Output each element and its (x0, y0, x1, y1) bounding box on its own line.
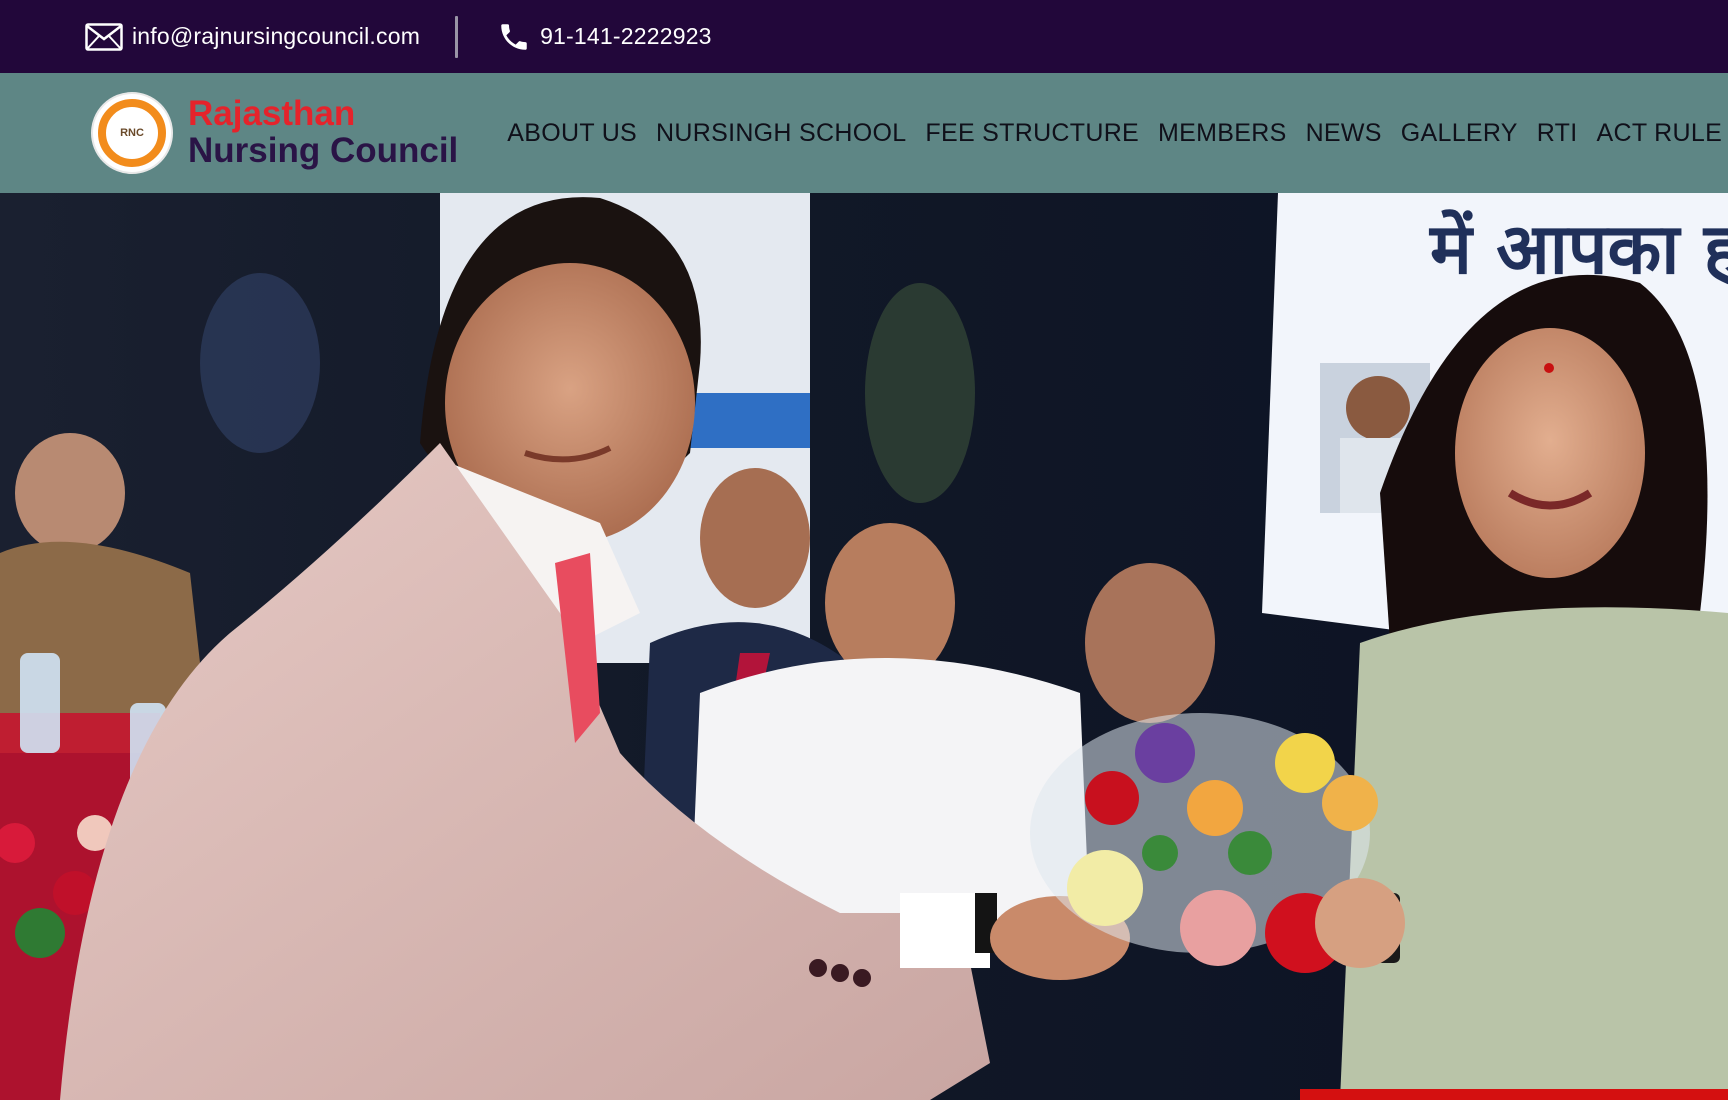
main-navbar: RNC Rajasthan Nursing Council ABOUT US N… (0, 73, 1728, 193)
nav-fee-structure[interactable]: FEE STRUCTURE (925, 119, 1139, 148)
nav-members[interactable]: MEMBERS (1158, 119, 1287, 148)
nav-rti[interactable]: RTI (1537, 119, 1578, 148)
envelope-icon (85, 22, 123, 51)
main-menu: ABOUT US NURSINGH SCHOOL FEE STRUCTURE M… (507, 119, 1722, 148)
council-logo[interactable]: RNC (91, 92, 173, 174)
logo-monogram: RNC (120, 127, 144, 139)
brand-name-line2: Nursing Council (188, 131, 459, 170)
phone-contact[interactable]: 91-141-2222923 (497, 0, 712, 73)
email-address[interactable]: info@rajnursingcouncil.com (132, 23, 420, 50)
hero-slider: में आपका हा (0, 193, 1728, 1100)
contact-divider (455, 15, 459, 58)
phone-number[interactable]: 91-141-2222923 (540, 23, 712, 50)
nav-about-us[interactable]: ABOUT US (507, 119, 637, 148)
brand-name[interactable]: Rajasthan Nursing Council (188, 94, 459, 170)
nav-nursing-school[interactable]: NURSINGH SCHOOL (656, 119, 906, 148)
nav-act-rule[interactable]: ACT RULE (1596, 119, 1722, 148)
hero-photo (0, 193, 1728, 1100)
hero-screen-banner-text: में आपका हा (1430, 208, 1728, 290)
email-contact[interactable]: info@rajnursingcouncil.com (85, 0, 420, 73)
nav-gallery[interactable]: GALLERY (1401, 119, 1518, 148)
top-contact-bar: info@rajnursingcouncil.com 91-141-222292… (0, 0, 1728, 73)
logo-seal-ring: RNC (98, 99, 166, 167)
brand-name-line1: Rajasthan (188, 94, 356, 134)
nav-news[interactable]: NEWS (1306, 119, 1382, 148)
phone-icon (501, 23, 527, 50)
brand-home-link[interactable]: RNC Rajasthan Nursing Council (91, 92, 458, 174)
